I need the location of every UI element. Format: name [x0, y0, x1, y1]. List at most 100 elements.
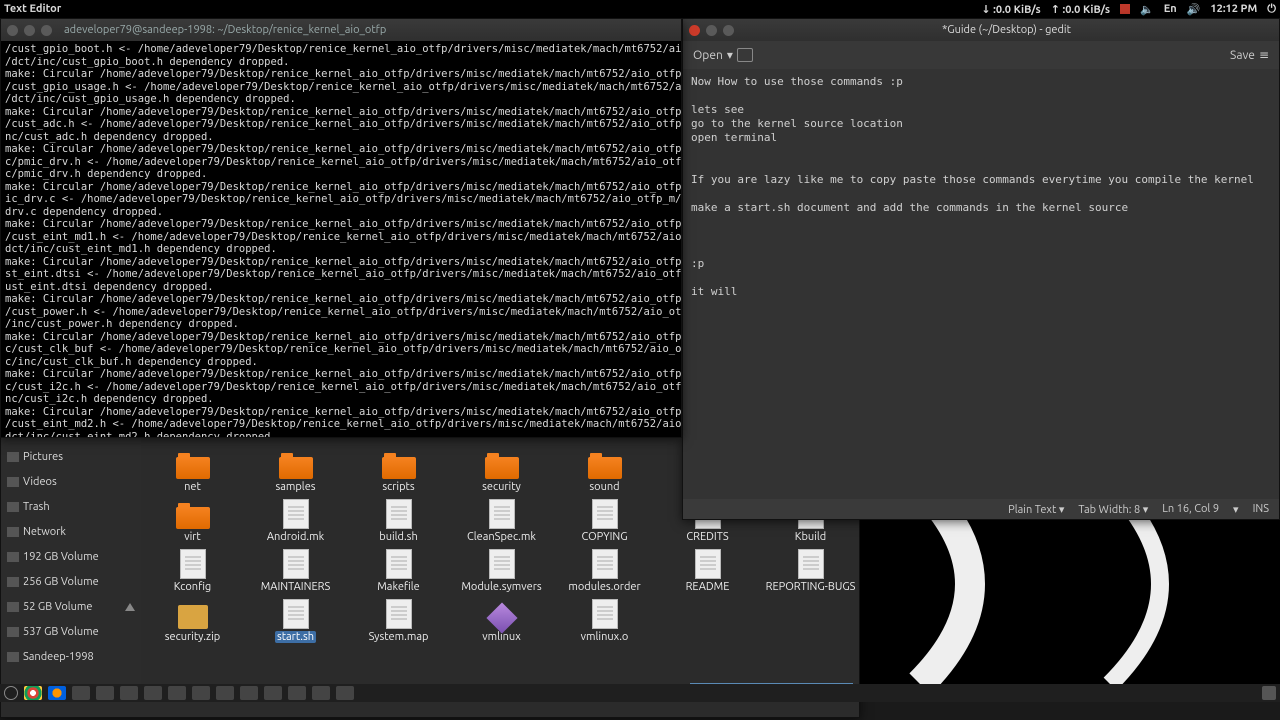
tab-width-selector[interactable]: Tab Width: 8 ▾	[1078, 503, 1148, 516]
file-item[interactable]: build.sh	[347, 493, 450, 543]
minimize-icon[interactable]	[24, 25, 35, 36]
file-item[interactable]: System.map	[347, 593, 450, 643]
gedit-title: *Guide (~/Desktop) - gedit	[942, 24, 1071, 36]
sidebar-item[interactable]: Pictures	[1, 444, 141, 469]
clock[interactable]: 12:12 PM	[1210, 3, 1257, 15]
terminal-title: adeveloper79@sandeep-1998: ~/Desktop/ren…	[64, 24, 386, 36]
text-editor-launcher-icon[interactable]	[288, 686, 306, 700]
place-icon	[7, 452, 19, 462]
file-item[interactable]: net	[141, 443, 244, 493]
close-icon[interactable]	[7, 25, 18, 36]
file-label: scripts	[382, 481, 414, 493]
sidebar-item[interactable]: 256 GB Volume	[1, 569, 141, 594]
syntax-mode-selector[interactable]: Plain Text ▾	[1008, 503, 1064, 516]
sidebar-item[interactable]: 52 GB Volume	[1, 594, 141, 619]
file-manager-launcher-icon[interactable]	[144, 686, 162, 700]
sidebar-item[interactable]: Trash	[1, 494, 141, 519]
file-item[interactable]: virt	[141, 493, 244, 543]
sidebar-item-label: 52 GB Volume	[23, 601, 92, 613]
file-label: sound	[589, 481, 619, 493]
file-item[interactable]: start.sh	[244, 593, 347, 643]
file-icon	[695, 549, 721, 579]
folder-icon	[588, 457, 622, 479]
sidebar-item[interactable]: 537 GB Volume	[1, 619, 141, 644]
minimize-icon[interactable]	[706, 25, 717, 36]
sidebar-item[interactable]: Sandeep-1998	[1, 644, 141, 669]
open-button[interactable]: Open	[693, 49, 723, 62]
file-item[interactable]: security	[450, 443, 553, 493]
terminal-launcher-icon[interactable]	[168, 686, 186, 700]
file-item[interactable]: Android.mk	[244, 493, 347, 543]
bottom-panel[interactable]	[0, 684, 1280, 702]
eject-icon[interactable]	[125, 603, 135, 611]
file-label: build.sh	[379, 531, 417, 543]
trash-icon[interactable]	[1262, 686, 1276, 700]
app-launcher-icon[interactable]	[72, 686, 90, 700]
file-item[interactable]: Module.symvers	[450, 543, 553, 593]
chrome-launcher-icon[interactable]	[24, 686, 42, 700]
file-icon	[283, 599, 309, 629]
file-item[interactable]: COPYING	[553, 493, 656, 543]
file-item[interactable]: sound	[553, 443, 656, 493]
app-launcher-icon[interactable]	[264, 686, 282, 700]
file-item[interactable]: Makefile	[347, 543, 450, 593]
file-item[interactable]: MAINTAINERS	[244, 543, 347, 593]
volume-icon[interactable]: 🔊	[1187, 3, 1201, 16]
file-item[interactable]: vmlinux	[450, 593, 553, 643]
new-tab-icon[interactable]	[737, 48, 753, 62]
file-item[interactable]: modules.order	[553, 543, 656, 593]
file-label: REPORTING-BUGS	[766, 581, 856, 593]
cursor-position: Ln 16, Col 9	[1162, 503, 1219, 515]
maximize-icon[interactable]	[41, 25, 52, 36]
sidebar-item[interactable]: Network	[1, 519, 141, 544]
file-item[interactable]: security.zip	[141, 593, 244, 643]
app-launcher-icon[interactable]	[240, 686, 258, 700]
zip-icon	[178, 605, 208, 629]
folder-icon	[176, 457, 210, 479]
sidebar-item-label: 192 GB Volume	[23, 551, 99, 563]
start-menu-icon[interactable]	[4, 686, 18, 700]
file-icon	[592, 599, 618, 629]
file-item[interactable]: REPORTING-BUGS	[759, 543, 862, 593]
sidebar-item[interactable]: Videos	[1, 469, 141, 494]
file-item[interactable]: CleanSpec.mk	[450, 493, 553, 543]
sidebar-item-label: Pictures	[23, 451, 63, 463]
maximize-icon[interactable]	[723, 25, 734, 36]
firefox-launcher-icon[interactable]	[48, 686, 66, 700]
insert-mode-indicator[interactable]: INS	[1253, 503, 1269, 515]
file-item[interactable]: README	[656, 543, 759, 593]
file-label: System.map	[369, 631, 429, 643]
gedit-window[interactable]: *Guide (~/Desktop) - gedit Open ▾ Save ≡…	[682, 18, 1280, 520]
app-launcher-icon[interactable]	[192, 686, 210, 700]
chevron-down-icon[interactable]: ▾	[1233, 503, 1239, 516]
file-label: virt	[184, 531, 201, 543]
terminal-window[interactable]: adeveloper79@sandeep-1998: ~/Desktop/ren…	[0, 18, 682, 438]
app-launcher-icon[interactable]	[216, 686, 234, 700]
save-button[interactable]: Save	[1230, 49, 1255, 62]
file-label: security.zip	[165, 631, 220, 643]
file-item[interactable]: scripts	[347, 443, 450, 493]
file-icon	[489, 549, 515, 579]
place-icon	[7, 602, 19, 612]
file-icon	[386, 549, 412, 579]
app-launcher-icon[interactable]	[336, 686, 354, 700]
app-launcher-icon[interactable]	[96, 686, 114, 700]
app-launcher-icon[interactable]	[312, 686, 330, 700]
file-item[interactable]: vmlinux.o	[553, 593, 656, 643]
file-label: vmlinux.o	[581, 631, 629, 643]
language-indicator[interactable]: En	[1164, 3, 1177, 15]
app-launcher-icon[interactable]	[120, 686, 138, 700]
chevron-down-icon[interactable]: ▾	[727, 48, 733, 62]
file-item[interactable]: Kconfig	[141, 543, 244, 593]
power-icon[interactable]: ⏻	[1267, 3, 1276, 16]
file-icon	[180, 549, 206, 579]
gedit-document[interactable]: Now How to use those commands :p lets se…	[683, 69, 1279, 499]
close-icon[interactable]	[689, 25, 700, 36]
workspace-indicator-icon[interactable]	[1120, 4, 1130, 14]
sidebar-item[interactable]: 192 GB Volume	[1, 544, 141, 569]
file-item[interactable]: samples	[244, 443, 347, 493]
sound-icon[interactable]: 🔈	[1140, 3, 1154, 16]
place-icon	[7, 477, 19, 487]
hamburger-menu-icon[interactable]: ≡	[1259, 48, 1269, 62]
terminal-output[interactable]: /cust_gpio_boot.h <- /home/adeveloper79/…	[1, 41, 681, 437]
